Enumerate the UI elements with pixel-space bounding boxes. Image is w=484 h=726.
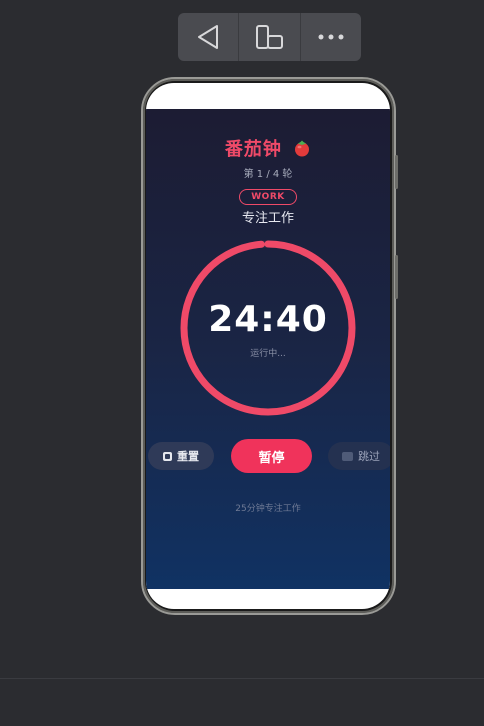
app-title-text: 番茄钟 — [224, 139, 282, 160]
divider — [0, 678, 484, 679]
session-hint: 25分钟专注工作 — [235, 504, 301, 514]
reset-label: 重置 — [177, 450, 199, 463]
pause-label: 暂停 — [258, 450, 285, 466]
timer-display: 24:40 — [208, 299, 328, 340]
rotate-device-button[interactable] — [239, 13, 301, 61]
mode-label: 专注工作 — [241, 211, 294, 226]
volume-button — [395, 155, 398, 189]
back-button[interactable] — [178, 13, 240, 61]
round-counter: 第 1 / 4 轮 — [243, 169, 293, 180]
more-dots-icon — [318, 34, 344, 40]
pause-button[interactable]: 暂停 — [231, 439, 312, 473]
skip-button[interactable]: 跳过 — [328, 442, 390, 470]
tomato-icon — [295, 140, 310, 157]
stop-icon — [163, 451, 172, 461]
pomodoro-app: 番茄钟 第 1 / 4 轮 WORK 专注工作 24:40 运行中... 重置 … — [146, 109, 390, 589]
power-button — [395, 255, 398, 299]
phase-badge: WORK — [239, 189, 297, 205]
device-rotate-icon — [256, 25, 284, 49]
timer-status: 运行中... — [250, 349, 286, 359]
skip-icon — [342, 451, 353, 461]
emulator-toolbar — [178, 13, 361, 61]
phone-screen: 番茄钟 第 1 / 4 轮 WORK 专注工作 24:40 运行中... 重置 … — [146, 83, 390, 609]
back-triangle-icon — [198, 25, 219, 49]
skip-label: 跳过 — [358, 450, 380, 463]
reset-button[interactable]: 重置 — [148, 442, 214, 470]
phase-badge-wrap: WORK — [146, 184, 390, 205]
more-options-button[interactable] — [301, 13, 361, 61]
app-title: 番茄钟 — [146, 135, 390, 161]
